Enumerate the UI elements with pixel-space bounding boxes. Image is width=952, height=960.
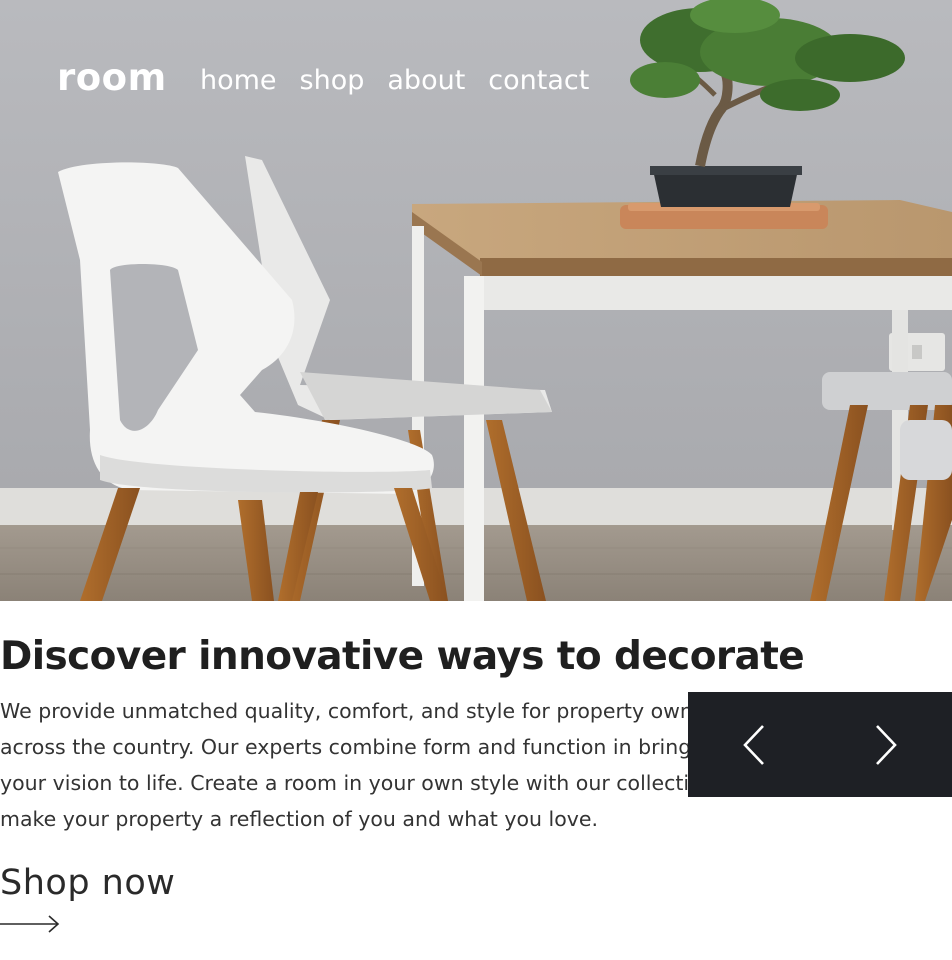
nav-about[interactable]: about	[387, 62, 465, 100]
logo[interactable]: room	[57, 56, 167, 100]
nav-shop[interactable]: shop	[300, 62, 365, 100]
slider-prev-button[interactable]	[688, 692, 820, 797]
site-header: room home shop about contact	[0, 0, 952, 160]
chevron-right-icon	[876, 724, 897, 765]
slider-controls	[688, 692, 952, 797]
main-nav: home shop about contact	[200, 62, 589, 100]
shop-now-link[interactable]: Shop now	[0, 859, 175, 907]
nav-home[interactable]: home	[200, 62, 277, 100]
page-headline: Discover innovative ways to decorate	[0, 634, 805, 679]
nav-contact[interactable]: contact	[488, 62, 589, 100]
hero-description: We provide unmatched quality, comfort, a…	[0, 699, 760, 831]
slider-next-button[interactable]	[820, 692, 952, 797]
chevron-left-icon	[743, 724, 764, 765]
arrow-right-icon[interactable]	[0, 913, 62, 935]
